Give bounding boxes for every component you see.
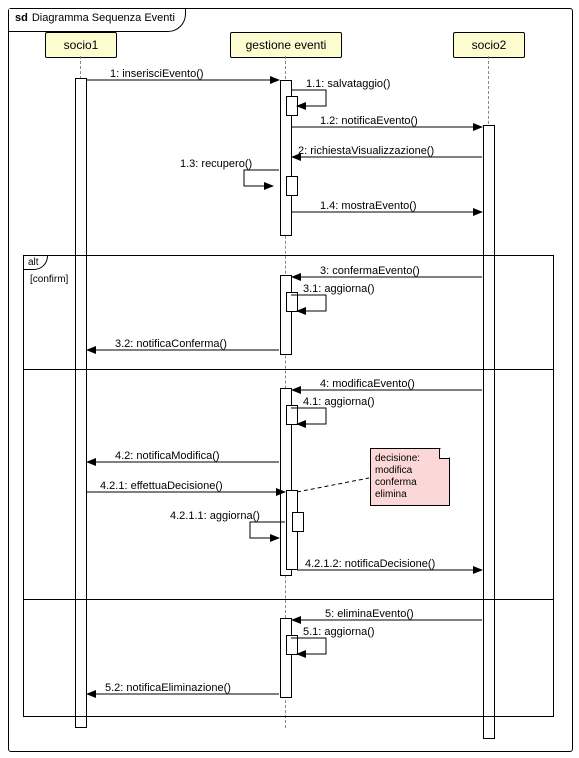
- note-line: conferma: [375, 477, 445, 489]
- note-line: decisione:: [375, 453, 445, 465]
- sequence-diagram: sd Diagramma Sequenza Eventi socio1 gesti…: [0, 0, 579, 758]
- lifeline-head-gestione: gestione eventi: [230, 32, 342, 58]
- decision-note: decisione: modifica conferma elimina: [370, 448, 450, 506]
- note-corner-icon: [439, 449, 449, 459]
- frame-kind: sd: [15, 12, 28, 24]
- note-line: modifica: [375, 465, 445, 477]
- msg-3-1: 3.1: aggiorna(): [303, 283, 375, 295]
- msg-5-1: 5.1: aggiorna(): [303, 626, 375, 638]
- lifeline-head-socio2: socio2: [453, 32, 525, 58]
- msg-1-3: 1.3: recupero(): [180, 158, 252, 170]
- lifeline-head-socio1: socio1: [45, 32, 117, 58]
- alt-separator-2: [24, 599, 553, 600]
- frame-name: Diagramma Sequenza Eventi: [32, 12, 175, 24]
- msg-1-2: 1.2: notificaEvento(): [320, 115, 418, 127]
- alt-separator-1: [24, 369, 553, 370]
- alt-label: alt: [24, 256, 48, 270]
- frame-title: sd Diagramma Sequenza Eventi: [9, 9, 186, 32]
- msg-1: 1: inserisciEvento(): [110, 68, 204, 80]
- msg-3: 3: confermaEvento(): [320, 265, 420, 277]
- msg-4-2-1-1: 4.2.1.1: aggiorna(): [170, 510, 260, 522]
- msg-5: 5: eliminaEvento(): [325, 608, 414, 620]
- msg-4-2-1: 4.2.1: effettuaDecisione(): [100, 480, 223, 492]
- msg-5-2: 5.2: notificaEliminazione(): [105, 682, 231, 694]
- msg-4-1: 4.1: aggiorna(): [303, 396, 375, 408]
- msg-2: 2: richiestaVisualizzazione(): [298, 145, 434, 157]
- activation-self-11: [286, 96, 298, 116]
- note-line: elimina: [375, 489, 445, 501]
- msg-3-2: 3.2: notificaConferma(): [115, 338, 227, 350]
- msg-1-4: 1.4: mostraEvento(): [320, 200, 417, 212]
- msg-4-2-1-2: 4.2.1.2: notificaDecisione(): [305, 558, 435, 570]
- msg-4: 4: modificaEvento(): [320, 378, 415, 390]
- activation-self-13: [286, 176, 298, 196]
- alt-guard: [confirm]: [30, 274, 68, 285]
- msg-4-2: 4.2: notificaModifica(): [115, 450, 220, 462]
- msg-1-1: 1.1: salvataggio(): [306, 78, 390, 90]
